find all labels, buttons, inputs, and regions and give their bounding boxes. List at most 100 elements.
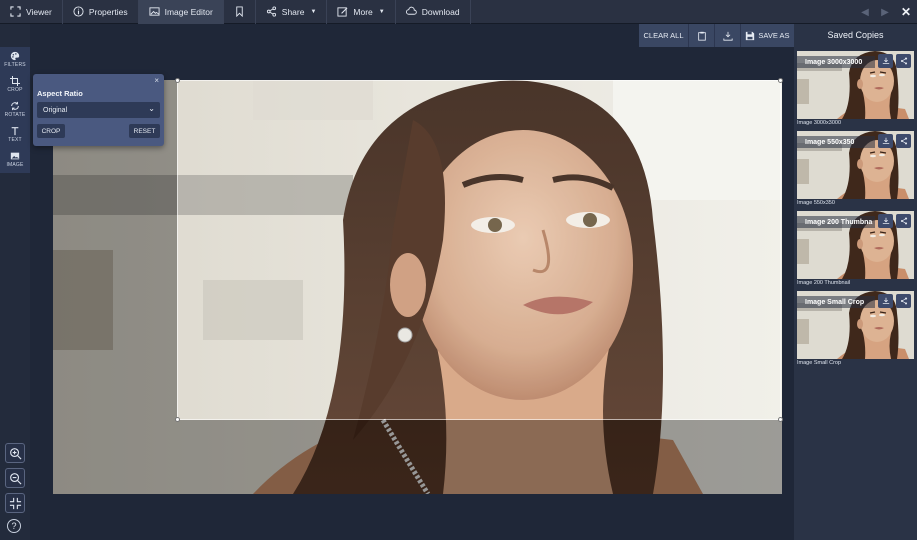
saved-copy-caption: Image Small Crop	[797, 296, 875, 308]
aspect-ratio-value: Original	[43, 106, 68, 114]
tool-label: CROP	[7, 87, 23, 93]
save-icon	[746, 31, 755, 40]
saved-copies-panel: Saved Copies Image 3000x3000 Image 3000x…	[794, 24, 917, 540]
saved-copy-share-button[interactable]	[896, 214, 911, 228]
download-icon	[722, 31, 733, 41]
saved-copy-label: Image 550x350	[797, 200, 835, 206]
clipboard-button[interactable]	[689, 24, 715, 47]
clear-all-button[interactable]: CLEAR ALL	[639, 24, 689, 47]
tab-properties[interactable]: Properties	[63, 0, 139, 24]
tab-label: More	[353, 6, 373, 17]
chevron-down-icon: ⌄	[148, 104, 155, 113]
share-icon	[266, 6, 276, 17]
close-icon[interactable]: ✕	[895, 0, 917, 24]
saved-copy-label: Image 3000x3000	[797, 120, 842, 126]
crop-selection-box[interactable]	[175, 78, 783, 422]
saved-copy-thumbnail[interactable]: Image 3000x3000	[797, 51, 914, 119]
crop-handle-bottom-left[interactable]	[175, 417, 180, 422]
window-controls: ◀ ▶ ✕	[855, 0, 917, 24]
saved-copy-card[interactable]: Image Small Crop Image Small Crop	[797, 291, 914, 366]
download-button[interactable]	[715, 24, 741, 47]
download-icon	[882, 137, 889, 144]
aspect-ratio-panel: × Aspect Ratio Original ⌄ CROP RESET	[33, 74, 164, 146]
save-as-label: SAVE AS	[758, 31, 790, 40]
saved-copies-title: Saved Copies	[827, 30, 884, 40]
saved-copy-card[interactable]: Image 3000x3000 Image 3000x3000	[797, 51, 914, 126]
crop-button[interactable]: CROP	[37, 124, 65, 138]
previous-icon[interactable]: ◀	[855, 0, 875, 24]
saved-copy-share-button[interactable]	[896, 294, 911, 308]
crop-icon	[10, 76, 20, 86]
chevron-down-icon: ▼	[378, 8, 385, 15]
saved-copy-card[interactable]: Image 550x350 Image 550x350	[797, 131, 914, 206]
share-icon	[900, 297, 907, 305]
saved-copy-card[interactable]: Image 200 Thumbna Image 200 Thumbnail	[797, 211, 914, 286]
tool-label: TEXT	[8, 137, 22, 143]
tool-label: ROTATE	[4, 112, 26, 118]
crop-handle-top-left[interactable]	[175, 78, 180, 83]
download-icon	[882, 297, 889, 304]
tab-label: Share	[281, 6, 305, 17]
image-icon	[149, 7, 160, 16]
download-icon	[882, 57, 889, 64]
zoom-out-button[interactable]	[5, 468, 25, 488]
saved-copy-caption: Image 200 Thumbna	[797, 216, 875, 228]
tool-image[interactable]: IMAGE	[0, 147, 30, 172]
aspect-ratio-title: Aspect Ratio	[37, 89, 83, 98]
saved-copy-thumbnail[interactable]: Image Small Crop	[797, 291, 914, 359]
text-icon	[11, 127, 19, 136]
zoom-in-icon	[9, 447, 21, 459]
tool-text[interactable]: TEXT	[0, 122, 30, 147]
close-icon[interactable]: ×	[154, 76, 159, 85]
tab-label: Download	[421, 6, 460, 17]
help-icon[interactable]: ?	[7, 519, 21, 533]
reset-button[interactable]: RESET	[129, 124, 160, 138]
tab-label: Viewer	[26, 6, 52, 17]
palette-icon	[10, 51, 20, 61]
saved-copy-label: Image Small Crop	[797, 360, 842, 366]
share-icon	[900, 57, 907, 65]
tool-filters[interactable]: FILTERS	[0, 47, 30, 72]
zoom-in-button[interactable]	[5, 443, 25, 463]
image-icon	[10, 152, 20, 160]
share-icon	[900, 137, 907, 145]
tool-label: IMAGE	[6, 162, 24, 168]
cloud-download-icon	[405, 6, 417, 15]
crop-handle-top-right[interactable]	[778, 78, 783, 83]
fit-screen-icon	[9, 497, 21, 509]
bookmark-icon	[236, 6, 243, 17]
aspect-ratio-select[interactable]: Original ⌄	[37, 102, 160, 118]
tab-label: Properties	[88, 6, 128, 17]
tab-bookmark[interactable]	[224, 0, 256, 24]
rotate-icon	[11, 101, 19, 111]
tab-more[interactable]: More ▼	[327, 0, 396, 24]
tool-rotate[interactable]: ROTATE	[0, 97, 30, 122]
tab-download[interactable]: Download	[396, 0, 471, 24]
top-tab-bar: Viewer Properties Image Editor Share ▼ Mo…	[0, 0, 917, 24]
saved-copy-caption: Image 3000x3000	[797, 56, 875, 68]
saved-copy-thumbnail[interactable]: Image 200 Thumbna	[797, 211, 914, 279]
edit-icon	[337, 7, 348, 17]
info-icon	[73, 6, 84, 17]
edit-toolbar: CLEAR ALL SAVE AS	[639, 24, 794, 47]
tab-viewer[interactable]: Viewer	[0, 0, 63, 24]
tab-image-editor[interactable]: Image Editor	[138, 0, 224, 24]
saved-copy-download-button[interactable]	[878, 134, 893, 148]
saved-copy-caption: Image 550x350	[797, 136, 875, 148]
saved-copy-share-button[interactable]	[896, 54, 911, 68]
saved-copy-thumbnail[interactable]: Image 550x350	[797, 131, 914, 199]
crop-overlay-bottom	[53, 420, 782, 494]
tool-crop[interactable]: CROP	[0, 72, 30, 97]
save-as-button[interactable]: SAVE AS	[741, 24, 794, 47]
crop-handle-bottom-right[interactable]	[778, 417, 783, 422]
image-editor-app: Viewer Properties Image Editor Share ▼ Mo…	[0, 0, 917, 540]
saved-copy-download-button[interactable]	[878, 54, 893, 68]
saved-copy-share-button[interactable]	[896, 134, 911, 148]
clipboard-icon	[697, 31, 706, 41]
saved-copy-download-button[interactable]	[878, 214, 893, 228]
fit-screen-button[interactable]	[5, 493, 25, 513]
saved-copy-download-button[interactable]	[878, 294, 893, 308]
tab-share[interactable]: Share ▼	[256, 0, 328, 24]
editor-tool-strip: FILTERS CROP ROTATE TEXT IMAGE	[0, 47, 30, 173]
next-icon[interactable]: ▶	[875, 0, 895, 24]
